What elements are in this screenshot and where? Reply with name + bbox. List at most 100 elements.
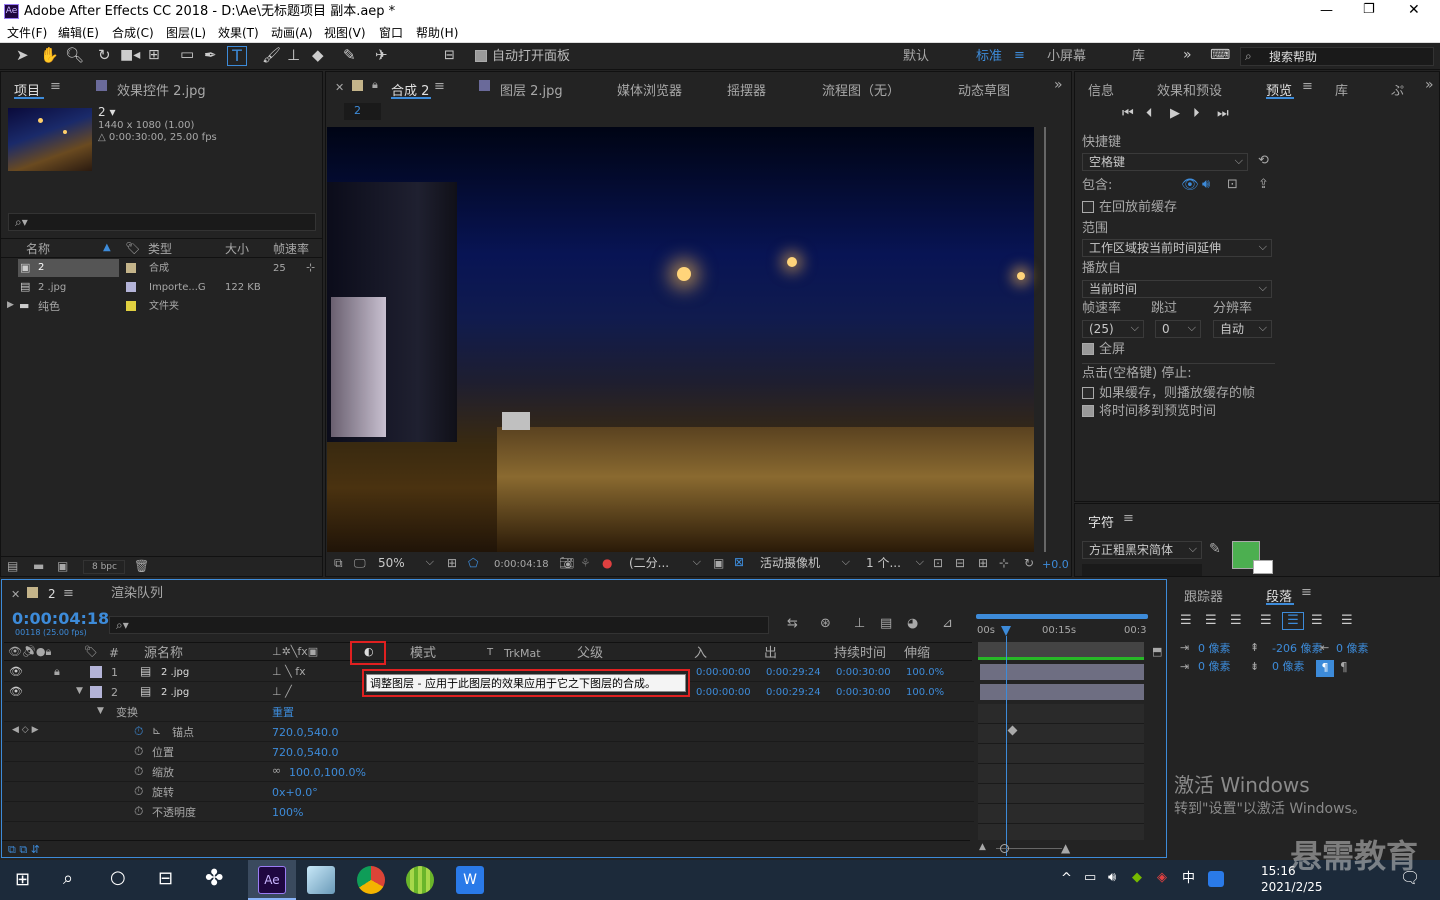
col-size[interactable]: 大小 <box>225 243 249 255</box>
justify-all-icon[interactable]: ☰ <box>1341 614 1353 627</box>
minimize-button[interactable]: — <box>1320 4 1333 17</box>
camera-dropdown[interactable]: 活动摄像机 <box>754 554 854 573</box>
col-name[interactable]: 名称 <box>26 243 50 255</box>
tab-flowchart[interactable]: 流程图（无） <box>822 80 900 99</box>
out-time[interactable]: 0:00:29:24 <box>766 668 821 678</box>
cortana-icon[interactable]: ○ <box>110 869 126 887</box>
roto-brush-tool-icon[interactable]: ✎ <box>343 48 356 63</box>
workspace-more-icon[interactable]: » <box>1183 48 1192 62</box>
stopwatch-icon[interactable]: ⏱︎ <box>134 785 143 797</box>
menu-file[interactable]: 文件(F) <box>7 27 47 39</box>
cached-frames-checkbox[interactable] <box>1082 387 1094 399</box>
comp-mini-flowchart-icon[interactable]: ⇆ <box>787 617 798 630</box>
visibility-icon[interactable]: 👁︎ <box>9 686 23 697</box>
property-row[interactable]: ⏱︎ 位置 720.0,540.0 <box>4 742 974 762</box>
timeline-icon[interactable]: ⊞ <box>978 557 988 569</box>
col-fps[interactable]: 帧速率 <box>273 243 309 255</box>
viewer-canvas[interactable] <box>327 127 1034 552</box>
tab-wiggler[interactable]: 摇摆器 <box>727 80 766 99</box>
tab-library[interactable]: 库 <box>1335 80 1348 99</box>
last-frame-icon[interactable]: ⏭ <box>1217 107 1229 120</box>
tab-effect-controls[interactable]: 效果控件 2.jpg <box>117 80 206 99</box>
lock-icon[interactable]: 🔒︎ <box>372 79 378 90</box>
clock-date[interactable]: 2021/2/25 <box>1261 881 1323 893</box>
align-left-icon[interactable]: ☰ <box>1180 614 1192 627</box>
duration[interactable]: 0:00:30:00 <box>836 668 891 678</box>
wps-app-icon[interactable]: W <box>456 866 484 894</box>
lock-icon[interactable]: 🔒︎ <box>54 666 60 677</box>
workspace-menu-icon[interactable]: ≡ <box>1014 49 1025 62</box>
rectangle-tool-icon[interactable]: ▭ <box>180 47 194 62</box>
stroke-color-swatch[interactable] <box>1253 560 1273 574</box>
project-row[interactable]: ▶ ▬ 纯色 文件夹 <box>1 297 322 316</box>
snapshot-icon[interactable]: 📷︎ <box>559 557 574 569</box>
pinwheel-app-icon[interactable]: ✤ <box>205 868 223 890</box>
export-icon[interactable]: ⇪ <box>1258 178 1269 191</box>
col-type[interactable]: 类型 <box>148 243 172 255</box>
always-preview-icon[interactable]: ⧉ <box>334 557 343 569</box>
tab-character[interactable]: 字符 <box>1088 512 1114 531</box>
transform-group[interactable]: ▼ 变换 重置 <box>4 702 974 722</box>
zoom-dropdown[interactable]: 50% <box>372 554 438 573</box>
align-right-icon[interactable]: ☰ <box>1230 614 1242 627</box>
interpret-footage-icon[interactable]: ▤ <box>7 560 18 572</box>
play-icon[interactable]: ▶ <box>1170 107 1180 120</box>
workspace-library[interactable]: 库 <box>1132 50 1145 63</box>
views-dropdown[interactable]: 1 个... <box>860 554 928 573</box>
collapse-arrow-icon[interactable]: ▼ <box>97 707 104 716</box>
volume-icon[interactable]: 🔊︎ <box>1108 871 1116 884</box>
zoom-out-icon[interactable]: ▲ <box>979 843 986 852</box>
project-row[interactable]: ▣ 2 合成 25 ⊹ <box>1 259 322 278</box>
snap-icon[interactable]: ⊟ <box>444 49 455 62</box>
region-of-interest-icon[interactable]: ▣ <box>713 557 724 569</box>
justify-left-icon[interactable]: ☰ <box>1260 614 1272 627</box>
comp-menu-icon[interactable]: ≡ <box>434 80 445 93</box>
align-center-icon[interactable]: ☰ <box>1205 614 1217 627</box>
close-tab-icon[interactable]: ✕ <box>11 589 20 600</box>
exposure-value[interactable]: +0.0 <box>1042 559 1069 570</box>
pan-behind-tool-icon[interactable]: ⊞ <box>148 48 160 62</box>
tab-render-queue[interactable]: 渲染队列 <box>111 587 163 600</box>
selection-tool-icon[interactable]: ➤ <box>16 48 29 63</box>
network-icon[interactable]: ▭ <box>1084 871 1096 884</box>
layer-bar[interactable] <box>980 684 1144 700</box>
after-effects-taskbar-icon[interactable]: Ae <box>258 866 286 894</box>
tab-layer[interactable]: 图层 2.jpg <box>500 80 563 99</box>
project-row[interactable]: ▤ 2 .jpg Importe...G 122 KB <box>1 278 322 297</box>
reset-icon[interactable]: ⟲ <box>1258 154 1269 167</box>
toggle-pixel-icon[interactable]: ⊡ <box>933 557 943 569</box>
stopwatch-icon[interactable]: ⏱︎ <box>134 805 143 817</box>
fps-dropdown[interactable]: (25) <box>1082 320 1144 338</box>
switches[interactable]: ⊥ ╲ fx <box>272 666 306 677</box>
comp-name-dropdown[interactable]: 2 ▾ <box>98 106 115 118</box>
fast-preview-icon[interactable]: ⊟ <box>955 557 965 569</box>
visibility-icon[interactable]: 👁︎ <box>9 666 23 677</box>
menu-help[interactable]: 帮助(H) <box>416 27 458 39</box>
notification-icon[interactable]: 🗨︎ <box>1400 870 1420 886</box>
zoom-in-icon[interactable]: ▲ <box>1061 842 1070 854</box>
layer-bar[interactable] <box>980 664 1144 680</box>
keyframe-nav-icon[interactable]: ◀ ◇ ▶ <box>12 726 39 735</box>
property-value[interactable]: 100.0,100.0% <box>289 767 366 778</box>
melon-app-icon[interactable] <box>406 866 434 894</box>
new-comp-icon[interactable]: ▣ <box>57 560 68 572</box>
expand-arrow-icon[interactable]: ▶ <box>7 301 14 310</box>
stretch[interactable]: 100.0% <box>906 668 944 678</box>
flowchart-icon[interactable]: ⊹ <box>306 262 315 273</box>
tab-media-browser[interactable]: 媒体浏览器 <box>617 80 682 99</box>
stretch[interactable]: 100.0% <box>906 688 944 698</box>
move-time-checkbox[interactable] <box>1082 405 1094 417</box>
label-column-icon[interactable]: 🏷︎ <box>125 242 140 254</box>
zoom-slider[interactable] <box>1000 844 1009 853</box>
chrome-icon[interactable] <box>357 866 385 894</box>
workspace-default[interactable]: 默认 <box>903 50 929 63</box>
close-button[interactable]: ✕ <box>1408 3 1420 17</box>
prev-frame-icon[interactable]: ⏴ <box>1146 107 1153 120</box>
pen-tool-icon[interactable]: ✒ <box>204 48 217 63</box>
menu-animation[interactable]: 动画(A) <box>271 27 313 39</box>
puppet-pin-tool-icon[interactable]: ✈ <box>375 48 388 63</box>
preview-menu-icon[interactable]: ≡ <box>1302 80 1313 93</box>
first-line-indent-value[interactable]: 0 像素 <box>1198 661 1231 672</box>
include-video-icon[interactable]: 👁︎ <box>1181 178 1199 192</box>
property-value[interactable]: 100% <box>272 807 303 818</box>
